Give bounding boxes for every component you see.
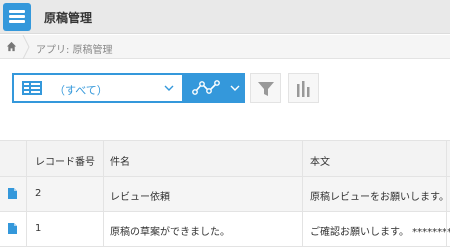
view-select[interactable]: （すべて） (12, 73, 184, 103)
record-detail-icon[interactable] (8, 188, 17, 199)
cell-subject: レビュー依頼 (110, 192, 170, 203)
graph-menu-button[interactable] (184, 73, 245, 103)
record-detail-icon[interactable] (8, 223, 17, 234)
app-title: 原稿管理 (44, 11, 93, 25)
column-divider (446, 212, 447, 246)
column-divider (446, 177, 447, 211)
graph-icon (192, 80, 220, 95)
table-row[interactable]: 2 レビュー依頼 原稿レビューをお願いします。 **** (0, 177, 450, 212)
column-divider (26, 177, 27, 211)
filter-button[interactable] (250, 73, 281, 103)
column-divider (26, 141, 27, 176)
chevron-down-icon (164, 85, 174, 91)
cell-body: ご確認お願いします。 ******** (310, 227, 450, 238)
column-header-subject[interactable]: 件名 (110, 141, 300, 176)
column-divider (26, 212, 27, 246)
cell-record-number: 1 (35, 223, 42, 234)
table-view-icon (22, 81, 42, 95)
chart-button[interactable] (288, 73, 319, 103)
chevron-down-icon (230, 85, 240, 91)
table-row[interactable]: 1 原稿の草案ができました。 ご確認お願いします。 ******** (0, 212, 450, 247)
column-header-body[interactable]: 本文 (310, 141, 450, 176)
list-app-icon[interactable] (3, 3, 31, 31)
home-icon[interactable] (6, 41, 17, 52)
column-divider (446, 141, 447, 176)
cell-subject: 原稿の草案ができました。 (110, 227, 230, 238)
breadcrumb-app-link[interactable]: アプリ: 原稿管理 (36, 41, 113, 56)
column-divider (103, 141, 104, 176)
breadcrumb-separator-icon (22, 35, 30, 59)
column-header-record-number[interactable]: レコード番号 (35, 141, 101, 176)
cell-body: 原稿レビューをお願いします。 **** (310, 192, 450, 203)
table-header-row: レコード番号 件名 本文 (0, 140, 450, 177)
view-select-value: （すべて） (54, 84, 108, 97)
breadcrumb: アプリ: 原稿管理 (0, 35, 450, 59)
column-divider (302, 212, 303, 246)
cell-record-number: 2 (35, 188, 42, 199)
column-divider (302, 177, 303, 211)
column-divider (103, 212, 104, 246)
column-divider (302, 141, 303, 176)
app-header: 原稿管理 (0, 0, 450, 34)
filter-icon (258, 82, 274, 96)
bar-chart-icon (297, 81, 310, 97)
column-divider (103, 177, 104, 211)
